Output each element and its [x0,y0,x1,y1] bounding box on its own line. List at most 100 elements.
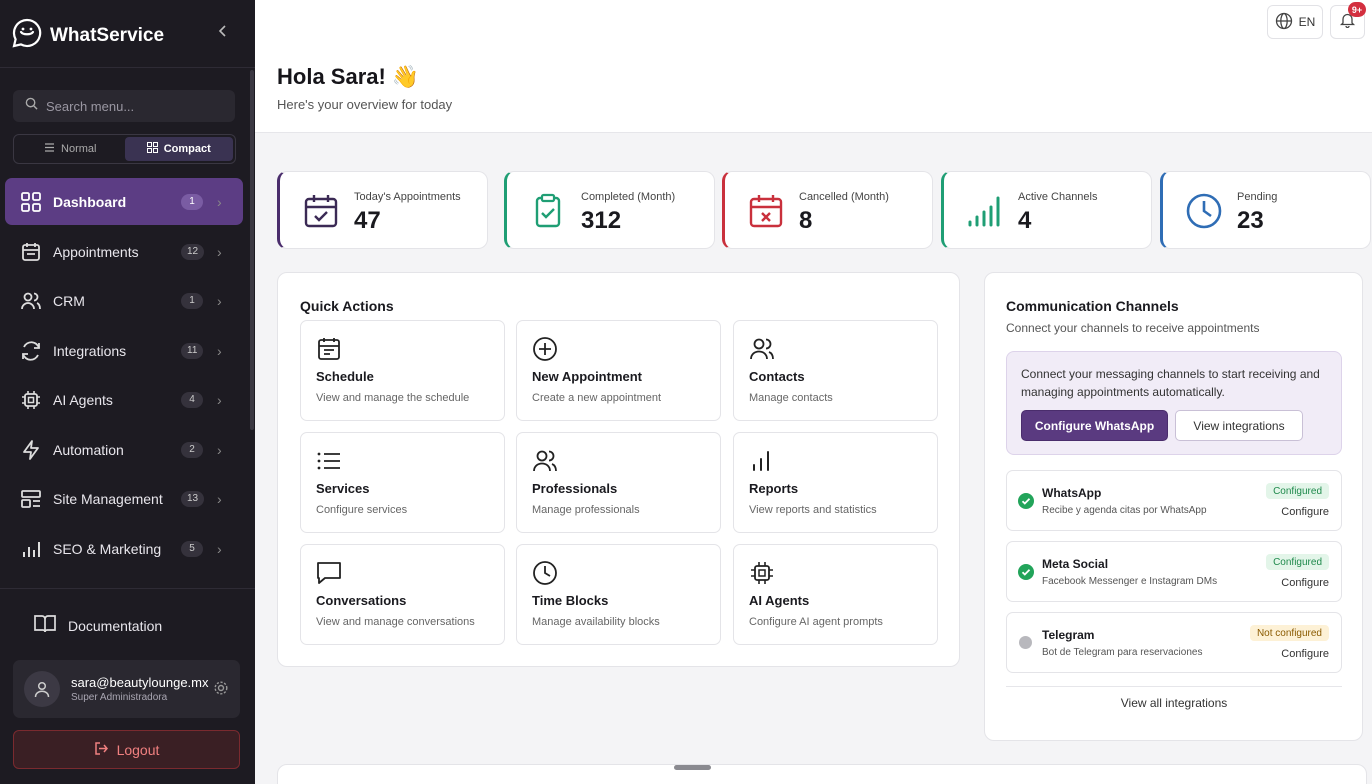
sidebar-item-count: 5 [181,540,203,557]
view-all-integrations-link[interactable]: View all integrations [1006,686,1342,710]
sidebar-item-seo-marketing[interactable]: SEO & Marketing 5 › [5,525,243,572]
quick-action-desc: View and manage conversations [316,616,475,628]
quick-action-time-blocks[interactable]: Time Blocks Manage availability blocks [516,544,721,645]
sidebar-item-count: 4 [181,391,203,408]
sidebar-item-count: 1 [181,292,203,309]
sidebar-scrollbar[interactable] [250,70,254,430]
channel-whatsapp[interactable]: WhatsApp Recibe y agenda citas por Whats… [1006,470,1342,531]
chevron-right-icon: › [217,441,222,458]
sidebar-item-count: 11 [181,342,204,359]
logout-button[interactable]: Logout [13,730,240,769]
stat-value: 312 [581,207,622,234]
users-icon [20,290,42,312]
chevron-right-icon: › [217,342,222,359]
language-switcher[interactable]: EN [1267,5,1323,39]
bar-chart-icon [20,538,42,560]
sidebar-item-site-management[interactable]: Site Management 13 › [5,475,243,522]
mode-compact-button[interactable]: Compact [124,137,233,161]
quick-action-professionals[interactable]: Professionals Manage professionals [516,432,721,533]
quick-action-title: Services [316,481,370,496]
logout-icon [94,741,109,759]
sidebar-item-integrations[interactable]: Integrations 11 › [5,327,243,374]
sidebar-item-count: 13 [181,490,205,507]
documentation-link[interactable]: Documentation [34,614,162,637]
status-badge: Not configured [1249,625,1329,641]
brand[interactable]: WhatService [12,18,164,53]
sidebar-divider [0,588,255,589]
chevron-right-icon: › [217,490,222,507]
layout-icon [20,488,42,510]
channel-desc: Bot de Telegram para reservaciones [1042,647,1203,658]
stat-todays-appointments[interactable]: Today's Appointments 47 [277,171,488,249]
sidebar-item-appointments[interactable]: Appointments 12 › [5,228,243,275]
quick-action-title: AI Agents [749,593,810,608]
channel-desc: Recibe y agenda citas por WhatsApp [1042,505,1207,516]
quick-action-conversations[interactable]: Conversations View and manage conversati… [300,544,505,645]
sidebar-item-automation[interactable]: Automation 2 › [5,426,243,473]
sidebar-item-dashboard[interactable]: Dashboard 1 › [5,178,243,225]
quick-action-schedule[interactable]: Schedule View and manage the schedule [300,320,505,421]
stat-value: 47 [354,207,381,234]
quick-action-title: New Appointment [532,369,643,384]
bar-chart-icon [749,448,775,474]
channel-name: WhatsApp [1042,486,1102,500]
search-menu[interactable] [13,90,235,122]
stat-label: Completed (Month) [581,191,676,203]
quick-actions-title: Quick Actions [300,298,394,314]
sidebar-item-label: Dashboard [53,193,127,210]
user-card[interactable]: sara@beautylounge.mx Super Administrador… [13,660,240,718]
stat-value: 8 [799,207,813,234]
sidebar-item-count: 12 [181,243,205,260]
quick-action-new-appointment[interactable]: New Appointment Create a new appointment [516,320,721,421]
sidebar-item-count: 2 [181,441,203,458]
status-badge: Configured [1266,483,1329,499]
settings-gear-icon[interactable] [213,680,229,701]
stat-label: Cancelled (Month) [799,191,889,203]
configure-link[interactable]: Configure [1281,648,1329,660]
search-icon [25,97,38,115]
quick-action-contacts[interactable]: Contacts Manage contacts [733,320,938,421]
sidebar-item-ai-agents[interactable]: AI Agents 4 › [5,376,243,423]
collapse-sidebar-chevron-icon[interactable] [214,22,232,40]
stat-label: Active Channels [1018,191,1098,203]
chevron-right-icon: › [217,193,222,210]
sidebar-item-label: Appointments [53,243,139,260]
stat-completed-month[interactable]: Completed (Month) 312 [504,171,715,249]
quick-action-services[interactable]: Services Configure services [300,432,505,533]
channel-meta-social[interactable]: Meta Social Facebook Messenger e Instagr… [1006,541,1342,602]
channel-name: Telegram [1042,628,1095,642]
mode-normal-button[interactable]: Normal [16,137,125,161]
stat-active-channels[interactable]: Active Channels 4 [941,171,1152,249]
stat-cancelled-month[interactable]: Cancelled (Month) 8 [722,171,933,249]
users-icon [749,336,775,362]
channel-name: Meta Social [1042,557,1109,571]
brand-name: WhatService [50,24,165,46]
configure-link[interactable]: Configure [1281,506,1329,518]
quick-action-title: Conversations [316,593,407,608]
configure-whatsapp-button[interactable]: Configure WhatsApp [1021,410,1168,441]
sidebar-item-crm[interactable]: CRM 1 › [5,277,243,324]
calendar-x-icon [747,192,785,230]
avatar [24,671,60,707]
view-integrations-button[interactable]: View integrations [1175,410,1303,441]
check-circle-icon [1018,493,1034,509]
stat-pending[interactable]: Pending 23 [1160,171,1371,249]
refresh-icon [20,340,42,362]
book-icon [34,614,56,637]
configure-link[interactable]: Configure [1281,577,1329,589]
globe-icon [1275,12,1293,33]
calendar-icon [20,241,42,263]
quick-action-reports[interactable]: Reports View reports and statistics [733,432,938,533]
lightning-icon [20,439,42,461]
chevron-right-icon: › [217,540,222,557]
list-icon [316,448,342,474]
channel-telegram[interactable]: Telegram Bot de Telegram para reservacio… [1006,612,1342,673]
quick-action-title: Time Blocks [532,593,609,608]
page-subtitle: Here's your overview for today [277,97,453,112]
calendar-icon [316,336,342,362]
quick-action-desc: Create a new appointment [532,392,662,404]
drag-handle[interactable] [674,765,711,770]
page-header: Hola Sara! 👋 Here's your overview for to… [255,0,1372,133]
search-menu-input[interactable] [46,98,216,114]
quick-action-ai-agents[interactable]: AI Agents Configure AI agent prompts [733,544,938,645]
